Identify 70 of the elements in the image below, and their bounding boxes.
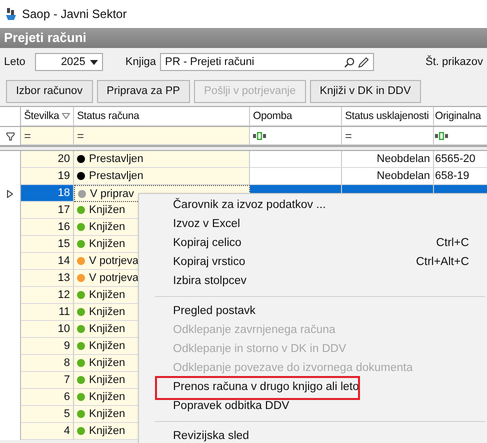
display-count-label: Št. prikazov [426, 56, 483, 68]
caret-icon [90, 60, 98, 64]
table-cell: 5 [21, 406, 74, 423]
status-text: Prestavljen [89, 169, 144, 184]
status-text: Knjižen [89, 203, 126, 218]
status-text: Knjižen [89, 339, 126, 354]
table-cell: 9 [21, 338, 74, 355]
year-dropdown[interactable]: 2025 [35, 53, 104, 71]
status-text: Knjižen [89, 424, 126, 439]
filter-operator[interactable]: = [77, 128, 84, 142]
table-cell: 14 [21, 253, 74, 270]
table-cell: 7 [21, 372, 74, 389]
window-title: Saop - Javni Sektor [22, 7, 127, 21]
column-header[interactable]: Številka [21, 107, 74, 126]
column-header[interactable]: Status usklajenosti [342, 107, 434, 126]
table-cell: 4 [21, 423, 74, 440]
table-cell: 6 [21, 389, 74, 406]
status-text: V potrjeva [89, 254, 139, 269]
book-label: Knjiga [125, 56, 156, 68]
table-cell: 10 [21, 321, 74, 338]
toolbar-button[interactable]: Priprava za PP [96, 80, 190, 102]
status-text: Knjižen [89, 407, 126, 422]
column-header[interactable]: Opomba [250, 107, 342, 126]
table-cell: 13 [21, 270, 74, 287]
toolbar-button[interactable]: Knjiži v DK in DDV [310, 80, 421, 102]
menu-item[interactable]: Pregled postavk [139, 302, 487, 321]
pencil-icon[interactable] [358, 56, 369, 68]
app-icon [5, 7, 17, 21]
filter-operator[interactable]: = [345, 128, 352, 142]
column-header[interactable]: Originalna [434, 107, 487, 126]
text-filter-icon[interactable] [435, 132, 449, 140]
status-text: Knjižen [89, 356, 126, 371]
status-text: Knjižen [89, 237, 126, 252]
status-text: Knjižen [89, 390, 126, 405]
filter-icon [6, 132, 14, 140]
panel-header: Prejeti računi [0, 28, 487, 48]
status-text: Knjižen [89, 373, 126, 388]
status-text: Knjižen [89, 305, 126, 320]
status-text: V potrjeva [89, 271, 139, 286]
table-cell: 11 [21, 304, 74, 321]
search-icon[interactable] [344, 56, 355, 68]
status-text: Knjižen [89, 322, 126, 337]
status-text: Knjižen [89, 220, 126, 235]
table-cell: 12 [21, 287, 74, 304]
menu-item[interactable]: Čarovnik za izvoz podatkov ... [139, 196, 487, 215]
menu-item[interactable]: Kopiraj vrstico Ctrl+Alt+C [139, 253, 487, 272]
status-text: V priprav [90, 186, 134, 201]
table-cell: 18 [21, 185, 74, 202]
toolbar-button[interactable]: Izbor računov [6, 80, 93, 102]
book-field[interactable]: PR - Prejeti računi [160, 53, 374, 71]
table-cell: 15 [21, 236, 74, 253]
current-row-icon [7, 190, 13, 198]
menu-item[interactable]: Kopiraj celico Ctrl+C [139, 234, 487, 253]
table-cell: 17 [21, 202, 74, 219]
table-cell: 20 [21, 151, 74, 168]
year-label: Leto [4, 56, 26, 68]
sort-icon [62, 113, 70, 119]
menu-item[interactable]: Izvoz v Excel [139, 215, 487, 234]
menu-item[interactable]: Prenos računa v drugo knjigo ali leto [139, 378, 487, 397]
table-cell: 8 [21, 355, 74, 372]
table-cell: 16 [21, 219, 74, 236]
menu-item[interactable]: Revizijska sled [139, 427, 487, 443]
menu-item[interactable]: Izbira stolpcev [139, 272, 487, 291]
text-filter-icon[interactable] [253, 132, 267, 140]
menu-item[interactable]: Popravek odbitka DDV [139, 397, 487, 416]
table-cell: 19 [21, 168, 74, 185]
filter-operator[interactable]: = [24, 128, 32, 142]
column-header[interactable]: Status računa [74, 107, 250, 126]
status-text: Prestavljen [89, 152, 144, 167]
status-text: Knjižen [89, 288, 126, 303]
